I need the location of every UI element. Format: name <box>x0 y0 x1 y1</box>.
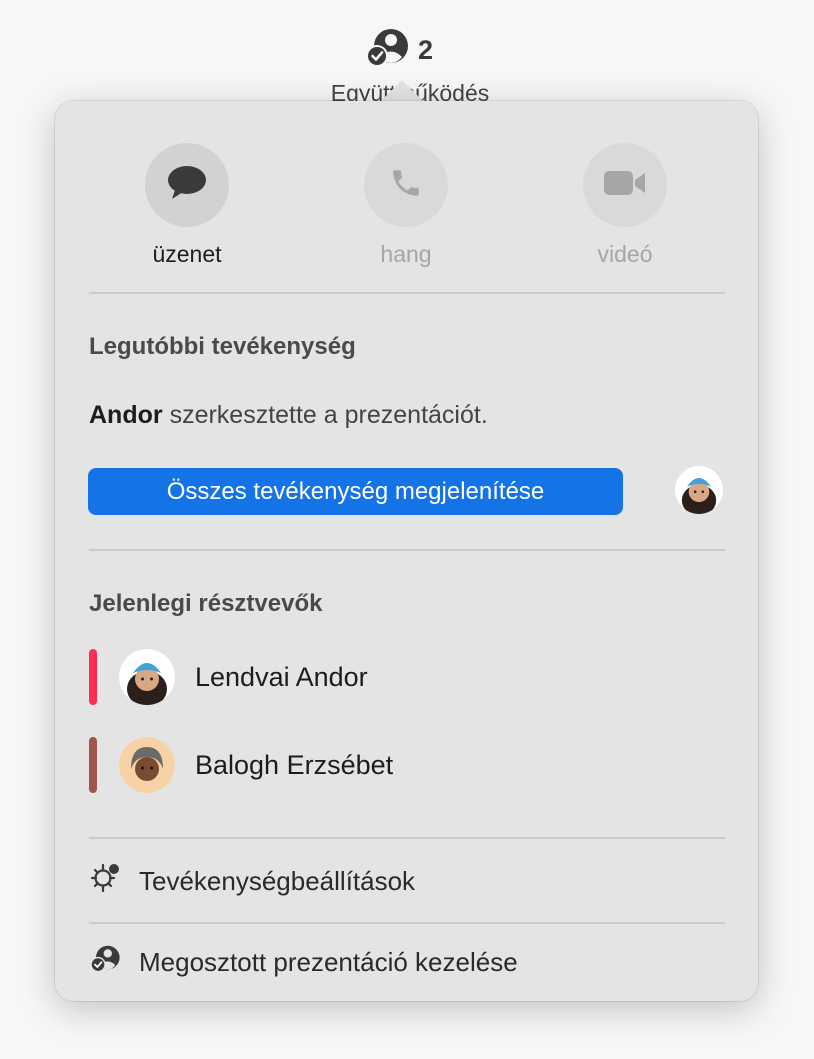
popover-caret <box>380 80 424 102</box>
collaboration-button[interactable]: 2 <box>364 26 433 75</box>
show-all-activity-button[interactable]: Összes tevékenység megjelenítése <box>88 468 623 515</box>
message-button[interactable]: üzenet <box>117 143 257 268</box>
audio-call-button[interactable]: hang <box>336 143 476 268</box>
audio-circle <box>364 143 448 227</box>
activity-description: szerkesztette a prezentációt. <box>169 401 488 429</box>
current-participants-heading: Jelenlegi résztvevők <box>89 590 323 617</box>
activity-avatar <box>675 466 723 514</box>
message-bubble-icon <box>166 164 208 207</box>
separator <box>89 549 725 551</box>
manage-shared-label: Megosztott prezentáció kezelése <box>139 947 518 977</box>
message-circle <box>145 143 229 227</box>
separator <box>89 292 725 294</box>
phone-icon <box>389 166 423 205</box>
collaboration-icon <box>364 26 410 75</box>
message-label: üzenet <box>152 241 222 267</box>
shared-collaboration-icon <box>89 943 121 982</box>
activity-settings-label: Tevékenységbeállítások <box>139 866 416 896</box>
participant-color-bar <box>89 737 97 793</box>
separator <box>89 837 725 839</box>
video-camera-icon <box>603 169 647 202</box>
participant-avatar <box>119 737 175 793</box>
recent-activity-heading: Legutóbbi tevékenység <box>89 333 356 360</box>
participant-color-bar <box>89 649 97 705</box>
participant-row: Balogh Erzsébet <box>89 735 709 795</box>
manage-shared-presentation-menu-item[interactable]: Megosztott prezentáció kezelése <box>89 943 518 982</box>
activity-settings-menu-item[interactable]: Tevékenységbeállítások <box>89 862 415 901</box>
recent-activity-text: Andor szerkesztette a prezentációt. <box>89 401 488 430</box>
participant-avatar <box>119 649 175 705</box>
activity-settings-gear-icon <box>89 862 121 901</box>
collaboration-popover: üzenet hang videó Legutóbbi tevékenység … <box>55 101 758 1001</box>
video-label: videó <box>597 241 653 267</box>
participant-name: Balogh Erzsébet <box>195 749 394 780</box>
participant-row: Lendvai Andor <box>89 647 709 707</box>
participant-name: Lendvai Andor <box>195 661 368 692</box>
separator <box>89 922 725 924</box>
collaboration-count: 2 <box>418 35 434 65</box>
video-circle <box>583 143 667 227</box>
activity-actor: Andor <box>89 401 163 429</box>
audio-label: hang <box>380 241 432 267</box>
video-call-button[interactable]: videó <box>555 143 695 268</box>
